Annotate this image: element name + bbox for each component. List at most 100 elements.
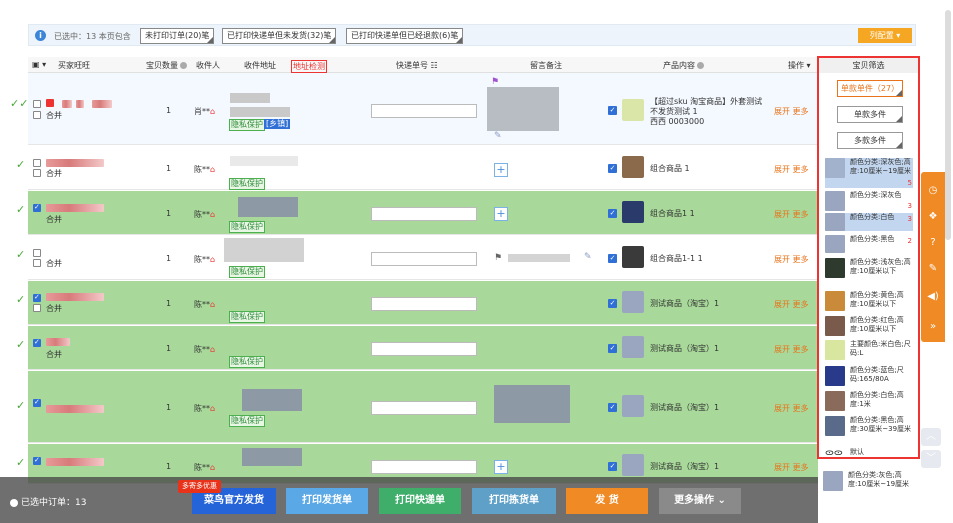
add-remark-button[interactable]: + bbox=[494, 460, 508, 474]
filter-item[interactable]: 颜色分类:白色 3 bbox=[825, 213, 913, 231]
receiver-name: 陈**⌂ bbox=[194, 344, 215, 355]
table-row[interactable]: ✓ 合并 1 陈**⌂ 隐私保护 + ✓ 组合商品1 1 展开 更多 bbox=[16, 191, 818, 235]
table-row[interactable]: ✓✓ 合并 1 肖**⌂ 隐私保护 [乡镇] ⚑ ✎ ✓ 【超过sku 淘宝商品… bbox=[10, 73, 818, 145]
row-checkbox[interactable] bbox=[33, 100, 41, 108]
help-icon[interactable]: ? bbox=[926, 236, 940, 250]
scroll-up-button[interactable]: ︿ bbox=[921, 428, 941, 446]
merge-label: 合并 bbox=[46, 169, 62, 178]
flag-icon[interactable]: ⚑ bbox=[494, 253, 502, 263]
more-link[interactable]: 更多 bbox=[793, 404, 809, 413]
pencil-icon[interactable]: ✎ bbox=[494, 131, 502, 141]
row-checkbox[interactable] bbox=[33, 203, 41, 212]
more-link[interactable]: 更多 bbox=[793, 165, 809, 174]
single-style-single-item-button[interactable]: 单款单件（27） bbox=[837, 80, 903, 97]
filter-item[interactable]: 颜色分类:浅灰色;高度:10厘米以下 bbox=[825, 258, 913, 286]
filter-item[interactable]: ᯣᯣ 默认 bbox=[825, 448, 913, 457]
ship-button[interactable]: 发 货 bbox=[566, 488, 648, 514]
print-waybill-button[interactable]: 打印快递单 bbox=[379, 488, 461, 514]
merge-checkbox[interactable] bbox=[33, 259, 41, 267]
table-row[interactable]: ✓ 合并 1 陈**⌂ 隐私保护 + ✓ 组合商品 1 展开 更多 bbox=[16, 146, 818, 190]
column-config-button[interactable]: 列配置 ▾ bbox=[858, 28, 912, 43]
product-checkbox[interactable]: ✓ bbox=[608, 403, 617, 412]
table-row[interactable]: ✓ 1 陈**⌂ 隐私保护 ✓ 测试商品（淘宝）1 展开 更多 bbox=[16, 371, 818, 443]
product-checkbox[interactable]: ✓ bbox=[608, 254, 617, 263]
filter-item[interactable]: 颜色分类:红色;高度:10厘米以下 bbox=[825, 316, 913, 336]
more-link[interactable]: 更多 bbox=[793, 345, 809, 354]
more-link[interactable]: 更多 bbox=[793, 300, 809, 309]
filter-item[interactable]: 颜色分类:深灰色;高度:10厘米~19厘米 5 bbox=[825, 158, 913, 188]
expand-link[interactable]: 展开 bbox=[774, 107, 790, 116]
more-link[interactable]: 更多 bbox=[793, 255, 809, 264]
filter-icon[interactable]: ☷ bbox=[431, 61, 438, 70]
print-invoice-button[interactable]: 打印发货单 bbox=[286, 488, 368, 514]
scroll-down-button[interactable]: ﹀ bbox=[921, 450, 941, 468]
table-row[interactable]: ✓ 合并 1 陈**⌂ 隐私保护 ✓ 测试商品（淘宝）1 展开 更多 bbox=[16, 281, 818, 325]
filter-item[interactable]: 颜色分类:深灰色 3 bbox=[825, 191, 913, 211]
product-checkbox[interactable]: ✓ bbox=[608, 462, 617, 471]
expand-link[interactable]: 展开 bbox=[774, 404, 790, 413]
table-row[interactable]: ✓ 合并 1 陈**⌂ 隐私保护 ✓ 测试商品（淘宝）1 展开 更多 bbox=[16, 326, 818, 370]
expand-link[interactable]: 展开 bbox=[774, 345, 790, 354]
speaker-icon[interactable]: ◀) bbox=[926, 290, 940, 304]
clock-icon[interactable]: ◷ bbox=[926, 184, 940, 198]
expand-link[interactable]: 展开 bbox=[774, 255, 790, 264]
filter-unprinted-orders[interactable]: 未打印订单(20)笔 bbox=[140, 28, 215, 44]
chat-icon[interactable]: ❖ bbox=[926, 210, 940, 224]
filter-item[interactable]: 主要颜色:米白色;尺码:L bbox=[825, 340, 913, 360]
expand-link[interactable]: 展开 bbox=[774, 463, 790, 472]
expand-link[interactable]: 展开 bbox=[774, 210, 790, 219]
filter-printed-not-shipped[interactable]: 已打印快递单但未发货(32)笔 bbox=[222, 28, 337, 44]
tracking-input[interactable] bbox=[371, 460, 477, 474]
print-picklist-button[interactable]: 打印拣货单 bbox=[472, 488, 556, 514]
page-scrollbar[interactable] bbox=[945, 10, 951, 240]
address-check-link[interactable]: 地址检测 bbox=[291, 60, 327, 73]
row-checkbox[interactable] bbox=[33, 159, 41, 167]
tracking-input[interactable] bbox=[371, 252, 477, 266]
product-checkbox[interactable]: ✓ bbox=[608, 299, 617, 308]
row-checkbox[interactable] bbox=[33, 398, 41, 407]
tracking-input[interactable] bbox=[371, 401, 477, 415]
product-checkbox[interactable]: ✓ bbox=[608, 106, 617, 115]
more-link[interactable]: 更多 bbox=[793, 210, 809, 219]
multi-style-multi-item-button[interactable]: 多款多件 bbox=[837, 132, 903, 149]
merge-checkbox[interactable] bbox=[33, 304, 41, 312]
more-link[interactable]: 更多 bbox=[793, 107, 809, 116]
filter-item[interactable]: 颜色分类:黄色;高度:10厘米以下 bbox=[825, 291, 913, 311]
pencil-icon[interactable]: ✎ bbox=[584, 252, 592, 262]
tracking-input[interactable] bbox=[371, 207, 477, 221]
product-checkbox[interactable]: ✓ bbox=[608, 344, 617, 353]
expand-icon[interactable]: » bbox=[926, 320, 940, 334]
filter-item[interactable]: 颜色分类:灰色;高度:10厘米~19厘米 bbox=[823, 471, 911, 497]
flag-icon[interactable]: ⚑ bbox=[491, 77, 499, 87]
edit-icon[interactable]: ✎ bbox=[926, 262, 940, 276]
row-checkbox[interactable] bbox=[33, 338, 41, 347]
merge-checkbox[interactable] bbox=[33, 111, 41, 119]
item-thumbnail bbox=[825, 258, 845, 278]
filter-item[interactable]: 颜色分类:蓝色;尺码:165/80A bbox=[825, 366, 913, 386]
table-row[interactable]: ✓ 合并 1 陈**⌂ 隐私保护 ⚑ ✎ ✓ 组合商品1-1 1 展开 更多 bbox=[16, 236, 818, 280]
expand-link[interactable]: 展开 bbox=[774, 165, 790, 174]
row-checkbox[interactable] bbox=[33, 293, 41, 302]
tracking-input[interactable] bbox=[371, 104, 477, 118]
filter-item[interactable]: 颜色分类:黑色;高度:30厘米~39厘米 bbox=[825, 416, 913, 444]
add-remark-button[interactable]: + bbox=[494, 207, 508, 221]
merge-checkbox[interactable] bbox=[33, 169, 41, 177]
header-product[interactable]: 产品内容 bbox=[663, 60, 704, 71]
tracking-input[interactable] bbox=[371, 297, 477, 311]
expand-link[interactable]: 展开 bbox=[774, 300, 790, 309]
more-link[interactable]: 更多 bbox=[793, 463, 809, 472]
row-checkbox[interactable] bbox=[33, 249, 41, 257]
chevron-down-icon[interactable]: ▾ bbox=[807, 61, 811, 70]
product-checkbox[interactable]: ✓ bbox=[608, 164, 617, 173]
single-style-multi-item-button[interactable]: 单款多件 bbox=[837, 106, 903, 123]
filter-item[interactable]: 颜色分类:白色;高度:1米 bbox=[825, 391, 913, 411]
more-actions-button[interactable]: 更多操作 ⌄ bbox=[659, 488, 741, 514]
tracking-input[interactable] bbox=[371, 342, 477, 356]
filter-item[interactable]: 颜色分类:黑色 2 bbox=[825, 235, 913, 253]
product-checkbox[interactable]: ✓ bbox=[608, 209, 617, 218]
filter-printed-refunded[interactable]: 已打印快递单但已经退款(6)笔 bbox=[346, 28, 464, 44]
header-qty[interactable]: 宝贝数量 bbox=[146, 60, 187, 71]
row-checkbox[interactable] bbox=[33, 456, 41, 465]
add-remark-button[interactable]: + bbox=[494, 163, 508, 177]
select-all-checkbox[interactable]: ▣ ▾ bbox=[32, 60, 46, 69]
